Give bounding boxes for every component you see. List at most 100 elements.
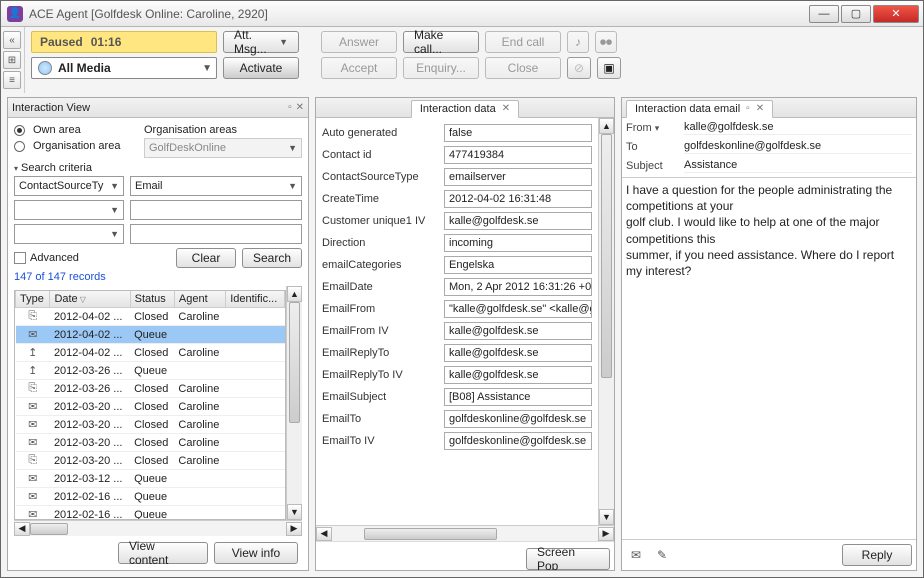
activate-button[interactable]: Activate [223,57,299,79]
scroll-right-button[interactable]: ▶ [286,522,302,536]
table-row[interactable]: ✉2012-02-16 ...Queue [16,506,285,521]
panel-dock-icon[interactable]: ▫ [746,103,750,114]
music-note-button[interactable]: ♪ [567,31,589,53]
answer-button[interactable]: Answer [321,31,397,53]
media-selector[interactable]: All Media ▼ [31,57,217,79]
column-header[interactable]: Identific... [226,291,285,308]
email-panel-tab[interactable]: Interaction data email ▫ ✕ [626,100,773,118]
panel-close-icon[interactable]: ✕ [296,102,304,113]
field-value[interactable]: "kalle@golfdesk.se" <kalle@golfd [444,300,592,318]
sort-desc-icon: ▽ [80,295,86,304]
table-row[interactable]: ✉2012-02-16 ...Queue [16,488,285,506]
field-value[interactable]: [B08] Assistance [444,388,592,406]
scroll-right-button[interactable]: ▶ [598,527,614,541]
interaction-data-tab[interactable]: Interaction data ✕ [411,100,519,118]
vertical-scrollbar[interactable]: ▲ ▼ [598,118,614,525]
table-row[interactable]: ✉2012-03-20 ...ClosedCaroline [16,434,285,452]
field-value[interactable]: 477419384 [444,146,592,164]
field-value[interactable]: kalle@golfdesk.se [444,366,592,384]
subject-value: Assistance [684,158,912,173]
column-header[interactable]: Status [130,291,174,308]
table-row[interactable]: ✉2012-04-02 ...Queue [16,326,285,344]
field-value[interactable]: golfdeskonline@golfdesk.se [444,410,592,428]
gutter-add-button[interactable]: ⊞ [3,51,21,69]
field-value[interactable]: false [444,124,592,142]
advanced-checkbox[interactable] [14,252,26,264]
scroll-left-button[interactable]: ◀ [14,522,30,536]
no-action-icon-button[interactable]: ⊘ [567,57,591,79]
scroll-thumb[interactable] [289,302,300,423]
table-row[interactable]: ⎘2012-03-20 ...ClosedCaroline [16,452,285,470]
screen-pop-button[interactable]: Screen Pop [526,548,610,570]
org-areas-dropdown[interactable]: GolfDeskOnline ▼ [144,138,302,158]
screen-icon-button[interactable]: ▣ [597,57,621,79]
field-value[interactable]: 2012-04-02 16:31:48 [444,190,592,208]
clear-button[interactable]: Clear [176,248,236,268]
compose-icon[interactable]: ✎ [652,545,672,565]
search-button[interactable]: Search [242,248,302,268]
table-row[interactable]: ⎘2012-04-02 ...ClosedCaroline [16,308,285,326]
close-interaction-button[interactable]: Close [485,57,561,79]
table-row[interactable]: ✉2012-03-20 ...ClosedCaroline [16,398,285,416]
own-area-radio[interactable] [14,125,25,136]
vertical-scrollbar[interactable]: ▲ ▼ [286,286,302,520]
tab-close-icon[interactable]: ✕ [502,103,510,114]
gutter-collapse-button[interactable]: « [3,31,21,49]
view-content-button[interactable]: View content [118,542,208,564]
horizontal-scrollbar[interactable]: ◀ ▶ [14,520,302,536]
interaction-data-fields: Auto generatedfalseContact id477419384Co… [316,118,598,525]
type-icon: ✉ [16,470,50,488]
org-area-radio[interactable] [14,141,25,152]
field-value[interactable]: Engelska [444,256,592,274]
scroll-up-button[interactable]: ▲ [599,118,614,134]
column-header[interactable]: Date▽ [50,291,130,308]
scroll-thumb[interactable] [30,523,68,535]
att-msg-button[interactable]: Att. Msg... ▼ [223,31,299,53]
end-call-button[interactable]: End call [485,31,561,53]
scroll-up-button[interactable]: ▲ [287,286,302,302]
criteria-value-dropdown[interactable]: Email ▼ [130,176,302,196]
table-row[interactable]: ✉2012-03-20 ...ClosedCaroline [16,416,285,434]
tab-close-icon[interactable]: ✕ [756,103,764,114]
accept-button[interactable]: Accept [321,57,397,79]
criteria-field-dropdown[interactable]: ContactSourceTy ▼ [14,176,124,196]
column-header[interactable]: Agent [174,291,225,308]
criteria-field-dropdown-3[interactable]: ▼ [14,224,124,244]
panel-dock-icon[interactable]: ▫ [288,102,292,113]
criteria-value-input-3[interactable] [130,224,302,244]
criteria-field-dropdown-2[interactable]: ▼ [14,200,124,220]
record-button[interactable]: ⏺⏺ [595,31,617,53]
make-call-button[interactable]: Make call... [403,31,479,53]
gutter-list-button[interactable]: ≡ [3,71,21,89]
results-table-wrap: TypeDate▽StatusAgentIdentific... ⎘2012-0… [14,290,286,520]
field-value[interactable]: Mon, 2 Apr 2012 16:31:26 +0200 [444,278,592,296]
field-value[interactable]: golfdeskonline@golfdesk.se [444,432,592,450]
view-info-button[interactable]: View info [214,542,298,564]
type-icon: ✉ [16,506,50,521]
field-value[interactable]: incoming [444,234,592,252]
table-row[interactable]: ✉2012-03-12 ...Queue [16,470,285,488]
scroll-thumb[interactable] [364,528,497,540]
field-value[interactable]: kalle@golfdesk.se [444,344,592,362]
field-value[interactable]: kalle@golfdesk.se [444,212,592,230]
enquiry-button[interactable]: Enquiry... [403,57,479,79]
criteria-value-input-2[interactable] [130,200,302,220]
column-header[interactable]: Type [16,291,50,308]
reply-button[interactable]: Reply [842,544,912,566]
minimize-button[interactable]: — [809,5,839,23]
close-window-button[interactable]: ✕ [873,5,919,23]
field-value[interactable]: kalle@golfdesk.se [444,322,592,340]
scroll-down-button[interactable]: ▼ [599,509,614,525]
table-row[interactable]: ↥2012-04-02 ...ClosedCaroline [16,344,285,362]
scroll-down-button[interactable]: ▼ [287,504,302,520]
scroll-thumb[interactable] [601,134,612,378]
field-label: Contact id [322,149,438,161]
table-row[interactable]: ⎘2012-03-26 ...ClosedCaroline [16,380,285,398]
scroll-left-button[interactable]: ◀ [316,527,332,541]
field-value[interactable]: emailserver [444,168,592,186]
envelope-icon[interactable]: ✉ [626,545,646,565]
maximize-button[interactable]: ▢ [841,5,871,23]
chevron-down-icon[interactable]: ▾ [655,123,660,133]
horizontal-scrollbar[interactable]: ◀ ▶ [316,525,614,541]
table-row[interactable]: ↥2012-03-26 ...Queue [16,362,285,380]
